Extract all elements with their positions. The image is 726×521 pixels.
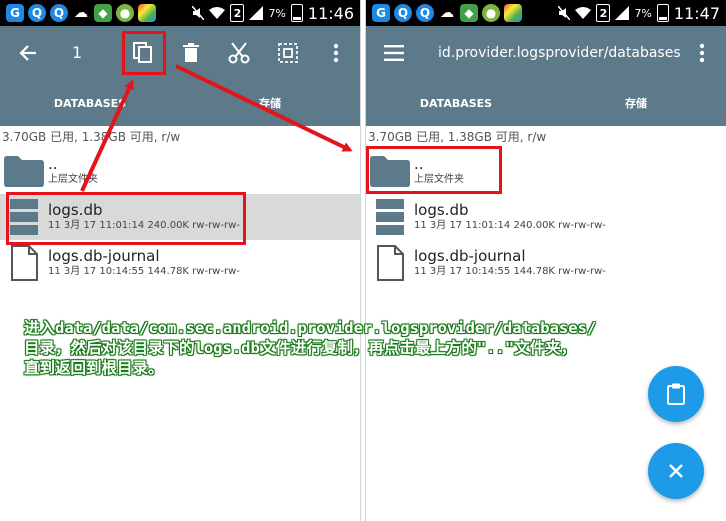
notification-icon: ◆ [460,4,478,22]
cut-button[interactable] [219,26,259,80]
mute-icon [192,6,205,20]
database-icon [10,199,38,235]
more-options-button[interactable] [682,26,722,80]
file-meta: 11 3月 17 11:01:14 240.00K rw-rw-rw- [48,220,240,231]
status-bar: G Q Q ☁ ◆ ● 2 7% 11:47 [366,0,726,26]
file-row-logs-db[interactable]: logs.db 11 3月 17 11:01:14 240.00K rw-rw-… [366,194,726,240]
tab-storage[interactable]: 存储 [546,80,726,126]
wifi-icon [575,7,592,19]
clock: 11:47 [673,3,720,23]
storage-info: 3.70GB 已用, 1.38GB 可用, r/w [368,130,547,144]
file-row-logs-db[interactable]: logs.db 11 3月 17 11:01:14 240.00K rw-rw-… [0,194,360,240]
battery-percent: 7% [634,6,652,20]
cloud-icon: ☁ [440,5,454,21]
file-meta: 上层文件夹 [48,174,98,185]
notification-icon: G [372,4,390,22]
back-button[interactable] [8,26,48,80]
more-options-button[interactable] [316,26,356,80]
clock: 11:46 [307,3,354,23]
tab-databases[interactable]: DATABASES [366,80,546,126]
delete-icon [183,43,199,62]
file-row-parent-folder[interactable]: .. 上层文件夹 [366,148,726,194]
file-meta: 11 3月 17 11:01:14 240.00K rw-rw-rw- [414,220,606,231]
database-icon [376,199,404,235]
more-vert-icon [699,43,705,63]
notification-icon: Q [50,4,68,22]
notification-icon: Q [416,4,434,22]
cloud-icon: ☁ [74,5,88,21]
caption-line: 直到返回到根目录。 [24,359,164,377]
battery-icon [290,4,303,22]
tab-storage[interactable]: 存储 [180,80,360,126]
cut-icon [228,42,250,64]
status-bar: G Q Q ☁ ◆ ● 2 7% 11:46 [0,0,360,26]
file-name: .. [414,155,424,173]
file-row-logs-db-journal[interactable]: logs.db-journal 11 3月 17 10:14:55 144.78… [366,240,726,286]
battery-percent: 7% [268,6,286,20]
left-phone-screen: G Q Q ☁ ◆ ● 2 7% 11:46 1 DATABASES 存储 3.… [0,0,360,521]
signal-icon [615,6,630,20]
back-arrow-icon [19,45,36,61]
copy-button[interactable] [123,26,163,80]
screenshot-composite: G Q Q ☁ ◆ ● 2 7% 11:46 1 DATABASES 存储 3.… [0,0,726,521]
notification-icon [138,4,156,22]
file-name: .. [48,155,58,173]
main-toolbar: id.provider.logsprovider/databases [366,26,726,80]
caption-line: 目录，然后对该目录下的logs.db文件进行复制，再点击最上方的".."文件夹， [24,339,577,357]
file-name: logs.db [48,201,103,219]
sim-icon: 2 [230,4,245,22]
storage-info: 3.70GB 已用, 1.38GB 可用, r/w [2,130,181,144]
copy-icon [133,42,152,63]
notification-icon: Q [28,4,46,22]
clipboard-paste-icon [667,383,685,405]
select-all-icon [278,43,298,63]
battery-icon [656,4,669,22]
delete-button[interactable] [171,26,211,80]
instruction-caption: 进入data/data/com.sec.android.provider.log… [24,318,724,378]
file-row-logs-db-journal[interactable]: logs.db-journal 11 3月 17 10:14:55 144.78… [0,240,360,286]
menu-icon [384,45,404,61]
file-icon [11,245,38,281]
notification-icon: Q [394,4,412,22]
selection-toolbar: 1 [0,26,360,80]
file-icon [377,245,404,281]
file-meta: 上层文件夹 [414,174,464,185]
file-meta: 11 3月 17 10:14:55 144.78K rw-rw-rw- [48,266,240,277]
close-fab[interactable] [648,443,704,499]
tab-bar: DATABASES 存储 [366,80,726,126]
toolbar-path-title: id.provider.logsprovider/databases [438,45,681,61]
close-icon [669,464,683,478]
file-name: logs.db-journal [414,247,526,265]
file-name: logs.db-journal [48,247,160,265]
notification-icon: ◆ [94,4,112,22]
file-name: logs.db [414,201,469,219]
caption-line: 进入data/data/com.sec.android.provider.log… [24,319,597,337]
notification-icon: ● [116,4,134,22]
more-vert-icon [333,43,339,63]
notification-icon: G [6,4,24,22]
notification-icon: ● [482,4,500,22]
tab-databases[interactable]: DATABASES [0,80,180,126]
file-meta: 11 3月 17 10:14:55 144.78K rw-rw-rw- [414,266,606,277]
folder-icon [370,156,410,187]
select-all-button[interactable] [268,26,308,80]
sim-icon: 2 [596,4,611,22]
wifi-icon [209,7,226,19]
selected-count: 1 [72,43,83,62]
file-row-parent-folder[interactable]: .. 上层文件夹 [0,148,360,194]
tab-bar: DATABASES 存储 [0,80,360,126]
right-phone-screen: G Q Q ☁ ◆ ● 2 7% 11:47 id.provider.logsp… [366,0,726,521]
folder-icon [4,156,44,187]
signal-icon [249,6,264,20]
notification-icon [504,4,522,22]
mute-icon [558,6,571,20]
menu-button[interactable] [374,26,414,80]
